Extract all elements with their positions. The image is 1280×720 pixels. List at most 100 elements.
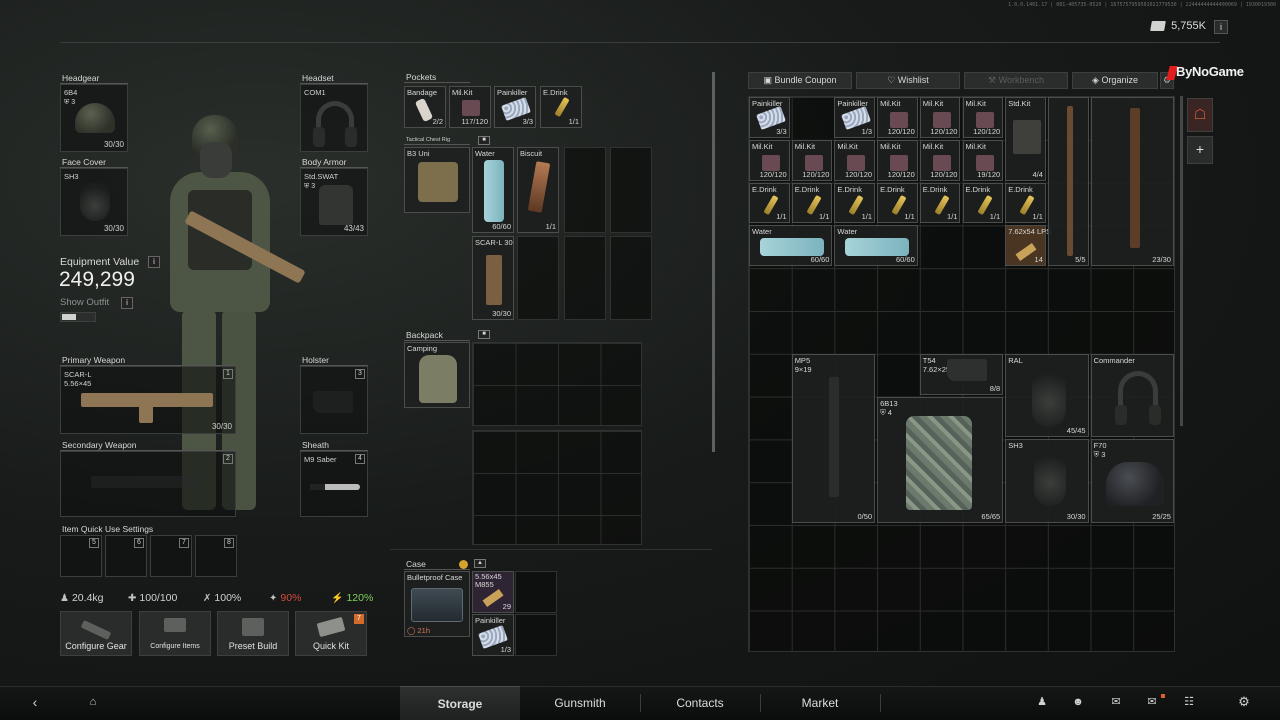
body-armor-slot[interactable]: Std.SWAT ⛨ 3 43/43 (300, 168, 368, 236)
stash-scrollbar[interactable] (1180, 96, 1183, 426)
rig-cell[interactable] (517, 236, 559, 320)
quick-use-slot-number: 8 (224, 538, 234, 548)
bundle-coupon-tab[interactable]: ▣ Bundle Coupon (748, 72, 852, 89)
configure-items-button[interactable]: Configure Items (139, 611, 211, 656)
stash-painkiller[interactable]: Painkiller 1/3 (834, 97, 876, 138)
backpack-slot[interactable]: Camping (404, 342, 470, 408)
rig-cell[interactable] (564, 236, 606, 320)
case-ammo[interactable]: 5.56x45 M855 29 (472, 571, 514, 613)
stash-ral[interactable]: RAL 45/45 (1005, 353, 1089, 438)
back-icon[interactable]: ‹ (28, 695, 42, 709)
stash-stdkit[interactable]: Std.Kit 4/4 (1005, 97, 1046, 181)
stash-f70[interactable]: F70 ⛨ 3 25/25 (1090, 439, 1174, 523)
body-armor-name: Std.SWAT (304, 172, 339, 181)
stash-edrink[interactable]: E.Drink 1/1 (877, 182, 918, 224)
stash-rifle-ak[interactable]: 23/30 (1090, 97, 1174, 267)
headgear-slot[interactable]: 6B4 ⛨ 3 30/30 (60, 84, 128, 152)
tasks-icon[interactable]: ☷ (1182, 695, 1196, 709)
item-count: 45/45 (1066, 426, 1086, 436)
stash-water[interactable]: Water 60/60 (834, 225, 918, 267)
case-painkiller[interactable]: Painkiller 1/3 (472, 614, 514, 656)
show-outfit-toggle[interactable] (60, 312, 96, 322)
rig-slot[interactable]: B3 Uni (404, 147, 470, 213)
pocket-milkit[interactable]: Mil.Kit 117/120 (449, 86, 491, 128)
currency-info-button[interactable]: i (1214, 20, 1228, 34)
stash-commander[interactable]: Commander (1090, 353, 1174, 438)
stash-ammo-762x54[interactable]: 7.62x54 LPS 14 (1005, 225, 1051, 267)
rig-cell[interactable] (610, 147, 652, 233)
case-pin-icon[interactable]: ▲ (474, 559, 486, 568)
quick-kit-button[interactable]: 7 Quick Kit (295, 611, 367, 656)
stash-milkit[interactable]: Mil.Kit 120/120 (749, 139, 790, 181)
stash-milkit[interactable]: Mil.Kit 120/120 (791, 139, 833, 181)
tab-storage[interactable]: Storage (400, 686, 520, 720)
stash-milkit[interactable]: Mil.Kit 120/120 (877, 97, 918, 138)
chat-icon[interactable]: ✉ (1109, 695, 1123, 709)
headset-icon (313, 101, 357, 147)
configure-gear-button[interactable]: Configure Gear (60, 611, 132, 656)
stash-milkit[interactable]: Mil.Kit 120/120 (834, 139, 876, 181)
pocket-painkiller[interactable]: Painkiller 3/3 (494, 86, 536, 128)
preset-build-button[interactable]: Preset Build (217, 611, 289, 656)
rig-cell[interactable] (564, 147, 606, 233)
tab-gunsmith[interactable]: Gunsmith (520, 686, 640, 720)
face-cover-slot[interactable]: SH3 30/30 (60, 168, 128, 236)
mail-icon[interactable]: ✉ (1145, 695, 1159, 709)
stash-water[interactable]: Water 60/60 (749, 225, 833, 267)
primary-weapon-slot[interactable]: SCAR-L 5.56×45 1 30/30 (60, 366, 236, 434)
stash-edrink[interactable]: E.Drink 1/1 (919, 182, 961, 224)
stash-edrink[interactable]: E.Drink 1/1 (791, 182, 833, 224)
squad-icon[interactable]: ♟ (1035, 695, 1049, 709)
tab-contacts[interactable]: Contacts (640, 686, 760, 720)
stash-edrink[interactable]: E.Drink 1/1 (834, 182, 876, 224)
organize-tab[interactable]: ◈ Organize (1072, 72, 1158, 89)
stash-mp5[interactable]: MP5 9×19 0/50 (791, 353, 876, 523)
stash-milkit[interactable]: Mil.Kit 120/120 (877, 139, 918, 181)
stash-6b13[interactable]: 6B13 ⛨ 4 65/65 (877, 396, 1004, 523)
backpack-grid[interactable] (472, 342, 642, 426)
case-cell[interactable] (515, 571, 557, 613)
case-slot[interactable]: Bulletproof Case ◯ 21h (404, 571, 470, 637)
stash-edrink[interactable]: E.Drink 1/1 (1005, 182, 1046, 224)
show-outfit-info-button[interactable]: i (121, 297, 133, 309)
quick-use-slot-7[interactable]: 7 (150, 535, 192, 577)
stash-painkiller[interactable]: Painkiller 3/3 (749, 97, 790, 138)
sheath-slot[interactable]: M9 Saber 4 (300, 451, 368, 517)
quick-use-slot-6[interactable]: 6 (105, 535, 147, 577)
backpack-grid-lower[interactable] (472, 430, 642, 545)
case-cell[interactable] (515, 614, 557, 656)
quick-use-slot-8[interactable]: 8 (195, 535, 237, 577)
stash-edrink[interactable]: E.Drink 1/1 (749, 182, 790, 224)
rig-magazine[interactable]: SCAR-L 30 30/30 (472, 236, 514, 320)
rig-cell[interactable] (610, 236, 652, 320)
quick-use-slot-5[interactable]: 5 (60, 535, 102, 577)
rifle-icon (80, 620, 112, 640)
equipment-info-button[interactable]: i (148, 256, 160, 268)
stash-home-button[interactable]: ☖ (1187, 98, 1213, 132)
stash-edrink[interactable]: E.Drink 1/1 (962, 182, 1004, 224)
headset-slot[interactable]: COM1 (300, 84, 368, 152)
settings-gear-icon[interactable]: ⚙ (1237, 695, 1251, 709)
stash-milkit[interactable]: Mil.Kit 120/120 (919, 139, 961, 181)
stash-add-button[interactable]: + (1187, 136, 1213, 164)
stash-milkit[interactable]: Mil.Kit 120/120 (919, 97, 961, 138)
pocket-bandage[interactable]: Bandage 2/2 (404, 86, 446, 128)
stash-milkit[interactable]: Mil.Kit 120/120 (962, 97, 1004, 138)
home-icon[interactable]: ⌂ (86, 695, 100, 709)
stash-t54[interactable]: T54 7.62×25 8/8 (919, 353, 1004, 395)
rig-lock-icon[interactable]: ■ (478, 136, 490, 145)
secondary-weapon-slot[interactable]: 2 (60, 451, 236, 517)
rig-biscuit[interactable]: Biscuit 1/1 (517, 147, 559, 233)
stash-sh3[interactable]: SH3 30/30 (1005, 439, 1089, 523)
workbench-tab[interactable]: ⚒ Workbench (964, 72, 1068, 89)
backpack-lock-icon[interactable]: ■ (478, 330, 490, 339)
wishlist-tab[interactable]: ♡ Wishlist (856, 72, 960, 89)
stash-milkit[interactable]: Mil.Kit 19/120 (962, 139, 1004, 181)
rig-water[interactable]: Water 60/60 (472, 147, 514, 233)
equipment-scrollbar[interactable] (712, 72, 715, 452)
holster-slot[interactable]: 3 (300, 366, 368, 434)
tab-market[interactable]: Market (760, 686, 880, 720)
profile-icon[interactable]: ☻ (1071, 695, 1085, 709)
stash-rifle-mosin[interactable]: 5/5 (1047, 97, 1089, 267)
pocket-edrink[interactable]: E.Drink 1/1 (540, 86, 582, 128)
